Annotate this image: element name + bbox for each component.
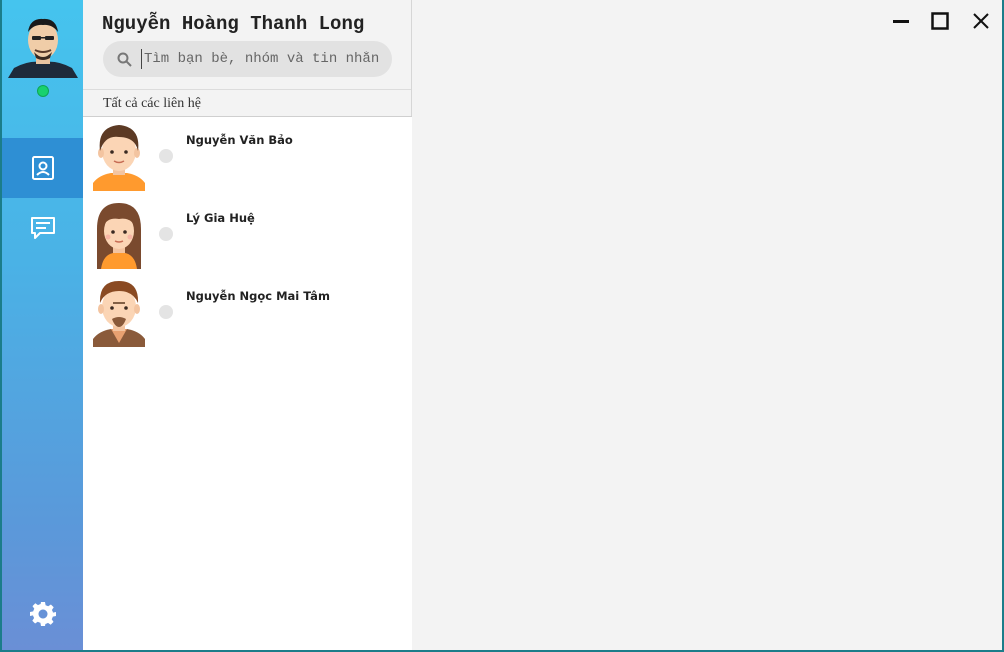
contact-status-dot [159,227,173,241]
minimize-button[interactable] [886,8,916,34]
contact-name: Lý Gia Huệ [186,211,255,225]
online-status-dot [37,85,49,97]
contact-status-dot [159,149,173,163]
close-button[interactable] [966,8,996,34]
contact-name: Nguyễn Ngọc Mai Tâm [186,289,330,303]
contact-item[interactable]: Nguyễn Văn Bảo [83,117,412,195]
gear-icon [29,602,56,626]
maximize-button[interactable] [925,8,955,34]
messages-nav-button[interactable] [2,198,83,258]
settings-button[interactable] [2,584,83,644]
app-window: Nguyễn Hoàng Thanh Long Tất cả các liên … [2,0,1002,650]
chat-area [413,0,1002,650]
contact-card-icon [31,156,54,180]
search-box[interactable] [103,41,392,77]
contact-item[interactable]: Lý Gia Huệ [83,195,412,273]
minimize-icon [893,20,909,23]
nav-rail [2,0,83,650]
contacts-panel: Nguyễn Hoàng Thanh Long Tất cả các liên … [83,0,412,650]
user-avatar-icon[interactable] [8,14,78,78]
girl-avatar-long-hair-icon [97,203,141,269]
chat-message-icon [30,217,55,239]
contacts-nav-button[interactable] [2,138,83,198]
close-icon [973,13,989,29]
contact-status-dot [159,305,173,319]
boy-avatar-orange-shirt-icon [93,125,145,191]
search-icon [117,52,132,67]
search-input[interactable] [141,49,381,69]
contact-name: Nguyễn Văn Bảo [186,133,293,147]
contact-item[interactable]: Nguyễn Ngọc Mai Tâm [83,273,412,351]
contact-list: Nguyễn Văn Bảo Lý Gia Huệ Nguyễn Ngọc Ma… [83,116,412,650]
section-title: Tất cả các liên hệ [83,89,411,117]
current-user-name: Nguyễn Hoàng Thanh Long [102,13,365,35]
man-avatar-beard-icon [93,281,145,347]
maximize-icon [931,12,949,30]
